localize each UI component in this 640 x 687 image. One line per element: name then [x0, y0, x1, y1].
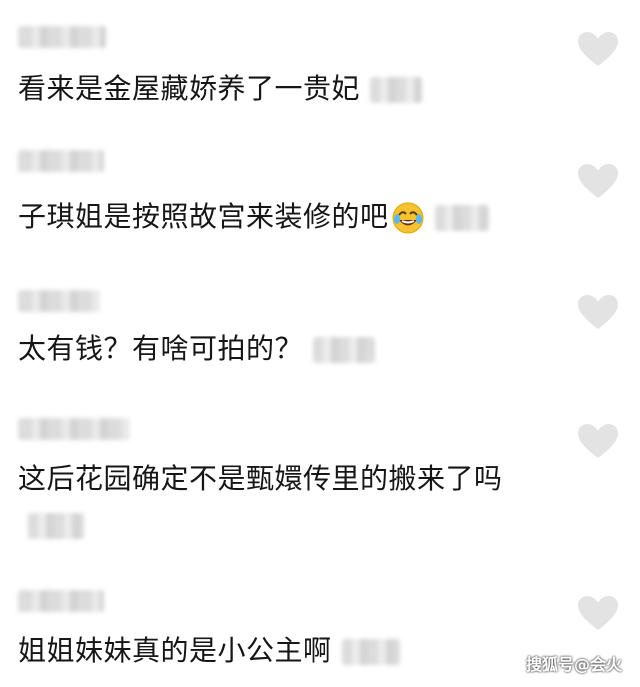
heart-icon[interactable] [578, 424, 618, 460]
comment-text: 太有钱？有啥可拍的？ [18, 326, 558, 372]
watermark: 搜狐号@会火 [525, 655, 622, 674]
timestamp-blurred [341, 639, 400, 665]
heart-icon[interactable] [578, 295, 618, 331]
username-blurred[interactable] [18, 418, 130, 440]
username-blurred[interactable] [18, 290, 100, 312]
timestamp-blurred [434, 205, 489, 231]
timestamp-blurred [370, 77, 423, 103]
comment-text: 子琪姐是按照故宫来装修的吧 [18, 194, 558, 240]
timestamp-blurred [28, 513, 84, 539]
comment-text: 看来是金屋藏娇养了一贵妃 [18, 66, 558, 112]
username-blurred[interactable] [18, 26, 106, 48]
comment-text: 姐姐妹妹真的是小公主啊 [18, 628, 558, 674]
username-blurred[interactable] [18, 150, 104, 172]
timestamp-blurred [313, 337, 376, 363]
comment-text: 这后花园确定不是甄嬛传里的搬来了吗 [18, 456, 538, 548]
heart-icon[interactable] [578, 596, 618, 632]
heart-icon[interactable] [578, 164, 618, 200]
rolling-laughing-emoji [392, 202, 424, 234]
heart-icon[interactable] [578, 32, 618, 68]
username-blurred[interactable] [18, 590, 104, 612]
